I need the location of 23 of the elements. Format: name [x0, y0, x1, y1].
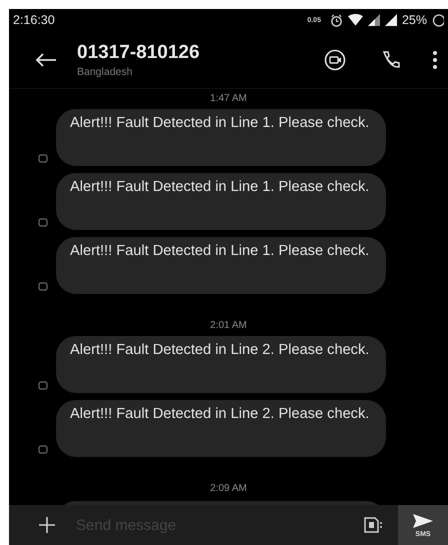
battery-percent: 25%	[402, 13, 427, 27]
message-bubble: Alert!!! Fault Detected in Line 1. Please check.	[56, 173, 386, 230]
add-icon[interactable]	[38, 516, 56, 534]
send-icon	[412, 512, 434, 528]
status-time: 2:16:30	[13, 13, 55, 27]
contact-country: Bangladesh	[77, 66, 134, 78]
message-timestamp: 1:47 AM	[210, 92, 247, 106]
video-call-icon[interactable]	[324, 48, 346, 70]
message-timestamp: 2:09 AM	[210, 482, 247, 496]
more-options-icon[interactable]	[432, 50, 438, 70]
message-bubble: Alert!!! Fault Detected in Line 2. Please check.	[56, 400, 386, 457]
wifi-icon	[348, 14, 363, 26]
signal-icon	[368, 14, 380, 26]
contact-number: 01317-810126	[77, 42, 201, 64]
message-timestamp: 2:01 AM	[210, 319, 247, 333]
back-icon[interactable]	[35, 52, 57, 68]
phone-icon[interactable]	[380, 48, 402, 70]
message-bubble: Alert!!! Fault Detected in Line 1. Please check.	[56, 109, 386, 166]
battery-icon	[432, 14, 444, 26]
message-bubble: Alert!!! Fault Detected in Line 2. Please check.	[56, 336, 386, 393]
alarm-icon	[330, 14, 343, 26]
signal-icon	[384, 14, 397, 26]
message-bubble: Alert!!! Fault Detected in Line 1. Please check.	[56, 237, 386, 294]
